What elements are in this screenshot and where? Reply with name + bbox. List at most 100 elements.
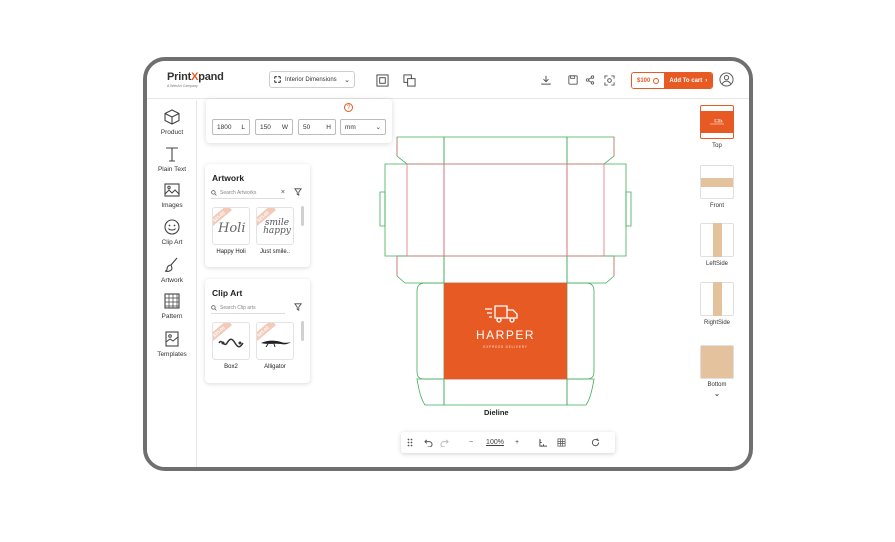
face-bottom[interactable] xyxy=(700,345,734,379)
refresh-icon xyxy=(591,438,599,447)
text-icon xyxy=(166,147,178,162)
overlap-icon xyxy=(402,73,416,87)
zoom-out-button[interactable]: − xyxy=(465,436,477,449)
holi-artwork: Holi xyxy=(218,221,246,236)
dimension-type-select[interactable]: Interior Dimensions ⌄ xyxy=(269,71,355,88)
send-back-button[interactable] xyxy=(402,73,416,87)
sidebar-item-plain-text[interactable]: Plain Text xyxy=(147,145,197,173)
clipart-scrollbar[interactable] xyxy=(301,321,304,341)
view-3d-icon xyxy=(603,74,615,86)
sidebar-item-pattern[interactable]: Pattern xyxy=(147,292,197,320)
tool-sidebar: Product Plain Text Images Clip Art Artwo… xyxy=(147,100,197,467)
clipart-search-input[interactable]: Search Clip arts xyxy=(211,302,285,314)
logo-text-a: Print xyxy=(167,71,192,83)
length-unit: L xyxy=(241,123,245,131)
price-cart-group[interactable]: $100 Add To cart › xyxy=(631,72,714,89)
dimensions-popup: ? 1800 L 150 W 50 H mm ⌄ xyxy=(206,99,392,143)
height-unit: H xyxy=(326,123,331,131)
canvas-toolbar: − 100% + xyxy=(401,432,615,453)
resize-icon xyxy=(274,76,281,83)
drag-handle[interactable] xyxy=(405,436,415,449)
logo-subtitle: A WebArt Company xyxy=(167,84,198,88)
preview-button[interactable] xyxy=(602,73,616,87)
face-label: Front xyxy=(709,203,724,209)
printxpand-logo[interactable]: PrintXpand A WebArt Company xyxy=(167,71,224,88)
face-top[interactable] xyxy=(700,105,734,139)
brand-name: HARPER xyxy=(476,328,535,342)
sidebar-item-label: Plain Text xyxy=(157,166,187,173)
undo-icon xyxy=(423,439,432,447)
front-face-preview xyxy=(701,177,733,187)
reset-button[interactable] xyxy=(589,436,601,449)
unit-value: mm xyxy=(345,123,356,131)
download-button[interactable] xyxy=(539,73,553,87)
brand-tagline: EXPRESS DELIVERY xyxy=(483,345,528,349)
width-field[interactable]: 150 W xyxy=(255,119,293,135)
sidebar-item-label: Images xyxy=(161,202,183,209)
share-icon xyxy=(585,75,595,85)
artwork-search-input[interactable]: Search Artworks × xyxy=(211,187,285,199)
search-icon xyxy=(211,304,217,311)
zoom-in-button[interactable]: + xyxy=(511,436,523,449)
bottom-face-preview xyxy=(701,346,733,378)
image-icon xyxy=(164,183,180,197)
chevron-down-icon[interactable]: ⌄ xyxy=(695,389,739,398)
save-button[interactable] xyxy=(566,73,580,87)
artwork-label: Just smile.. xyxy=(259,249,290,255)
face-leftside[interactable] xyxy=(700,223,734,257)
artwork-scrollbar[interactable] xyxy=(301,206,304,226)
share-button[interactable] xyxy=(583,73,597,87)
redo-button[interactable] xyxy=(438,436,450,449)
artwork-thumb-happy-holi[interactable]: $25.00 Holi xyxy=(212,207,250,245)
top-face-preview xyxy=(701,111,733,133)
add-to-cart-label: Add To cart xyxy=(669,77,703,84)
ruler-button[interactable] xyxy=(537,436,549,449)
info-icon xyxy=(653,77,660,84)
add-to-cart-button[interactable]: Add To cart › xyxy=(664,73,713,88)
sidebar-item-artwork[interactable]: Artwork xyxy=(147,256,197,284)
ruler-icon xyxy=(538,438,547,447)
sidebar-item-label: Product xyxy=(160,129,184,136)
height-field[interactable]: 50 H xyxy=(298,119,336,135)
zoom-level[interactable]: 100% xyxy=(483,436,507,449)
drag-dots-icon xyxy=(407,438,413,447)
minus-icon: − xyxy=(468,439,474,446)
undo-button[interactable] xyxy=(422,436,434,449)
sidebar-item-label: Artwork xyxy=(160,277,184,284)
alligator-clipart xyxy=(261,340,291,348)
price-value: $100 xyxy=(637,77,651,84)
sidebar-item-clip-art[interactable]: Clip Art xyxy=(147,218,197,246)
sidebar-item-product[interactable]: Product xyxy=(147,108,197,136)
chevron-down-icon: ⌄ xyxy=(344,76,350,84)
sidebar-item-label: Templates xyxy=(157,351,187,358)
face-label: RightSide xyxy=(703,320,730,326)
clipart-thumb-alligator[interactable]: $25.00 xyxy=(256,322,294,360)
redo-icon xyxy=(440,439,449,447)
artwork-thumb-just-smile[interactable]: $25.00 smile happy xyxy=(256,207,294,245)
length-field[interactable]: 1800 L xyxy=(212,119,250,135)
grid-button[interactable] xyxy=(555,436,567,449)
dieline-label: Dieline xyxy=(484,408,509,417)
dieline-canvas[interactable]: HARPER EXPRESS DELIVERY xyxy=(377,129,637,407)
sidebar-item-images[interactable]: Images xyxy=(147,181,197,209)
height-value: 50 xyxy=(303,123,311,131)
save-icon xyxy=(568,75,578,85)
clipart-panel: Clip Art Search Clip arts $25.00 Box2 $2… xyxy=(205,279,310,383)
leftside-face-preview xyxy=(712,223,722,257)
user-avatar[interactable] xyxy=(719,72,734,87)
clear-search-icon[interactable]: × xyxy=(281,189,285,196)
sidebar-item-templates[interactable]: Templates xyxy=(147,330,197,358)
pattern-icon xyxy=(164,293,180,309)
bring-front-button[interactable] xyxy=(375,73,389,87)
layers-icon xyxy=(375,73,389,87)
price-badge[interactable]: $100 xyxy=(632,73,665,88)
clipart-thumb-box2[interactable]: $25.00 xyxy=(212,322,250,360)
face-rightside[interactable] xyxy=(700,282,734,316)
templates-icon xyxy=(165,331,179,347)
face-label: Top xyxy=(712,143,722,149)
face-front[interactable] xyxy=(700,165,734,199)
smiley-icon xyxy=(164,219,180,235)
filter-icon[interactable] xyxy=(294,188,302,198)
help-icon[interactable]: ? xyxy=(344,103,353,112)
filter-icon[interactable] xyxy=(294,303,302,313)
